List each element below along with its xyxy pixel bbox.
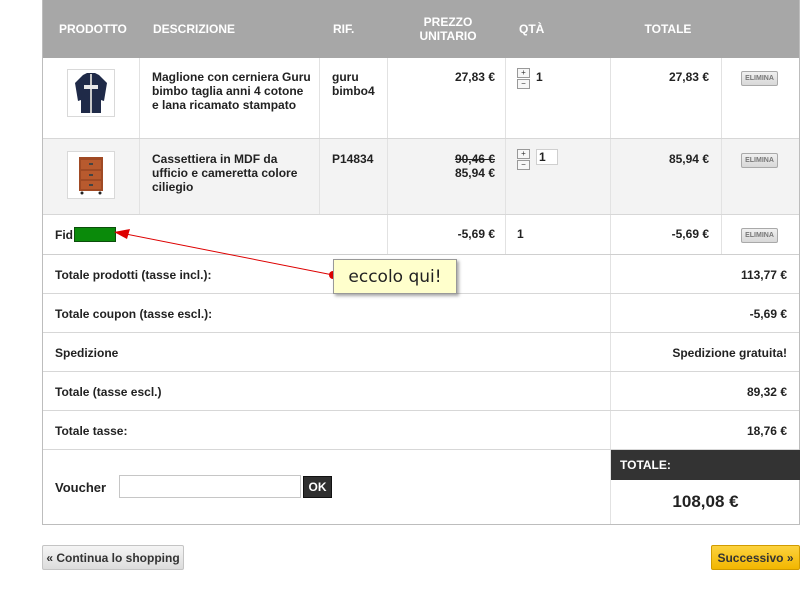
row-total: 27,83 €	[668, 70, 709, 84]
header-prezzo-line2: UNITARIO	[419, 29, 477, 43]
grand-total: TOTALE: 108,08 €	[611, 450, 800, 524]
product-description[interactable]: Cassettiera in MDF da ufficio e camerett…	[152, 152, 312, 194]
summary-total-excl-tax: Totale (tasse escl.) 89,32 €	[43, 372, 799, 411]
grand-total-value: 108,08 €	[672, 492, 739, 511]
qty-increase-button[interactable]: +	[517, 149, 530, 159]
summary-value: 18,76 €	[746, 423, 787, 438]
header-descrizione: DESCRIZIONE	[153, 22, 236, 36]
summary-label: Totale (tasse escl.)	[55, 384, 162, 399]
sweater-icon	[75, 73, 107, 113]
delete-discount-button[interactable]: ELIMINA	[741, 228, 778, 243]
summary-label: Spedizione	[55, 345, 119, 360]
delete-button[interactable]: ELIMINA	[741, 71, 778, 86]
voucher-ok-button[interactable]: OK	[303, 476, 332, 498]
summary-label: Totale coupon (tasse escl.):	[55, 306, 213, 321]
qty-increase-button[interactable]: +	[517, 68, 530, 78]
summary-value: 113,77 €	[740, 267, 787, 282]
summary-value: 89,32 €	[746, 384, 787, 399]
summary-total-taxes: Totale tasse: 18,76 €	[43, 411, 799, 450]
quantity-stepper: + − 1	[517, 68, 543, 89]
quantity-stepper: + − 1	[517, 149, 558, 170]
summary-label: Totale tasse:	[55, 423, 128, 438]
voucher-label: Voucher	[55, 480, 107, 495]
unit-price-value: 85,94 €	[454, 166, 495, 180]
header-prodotto: PRODOTTO	[59, 22, 127, 36]
discount-qty-value: 1	[517, 227, 524, 241]
table-header: PRODOTTO DESCRIZIONE RIF. PREZZO UNITARIO…	[43, 0, 799, 58]
header-rif: RIF.	[333, 22, 355, 36]
unit-price-old: 90,46 €	[454, 152, 495, 166]
header-totale: TOTALE	[644, 22, 692, 36]
product-image-drawer[interactable]	[67, 151, 115, 199]
discount-qty: 1	[517, 227, 524, 241]
discount-label: Fid	[55, 227, 73, 242]
summary-shipping: Spedizione Spedizione gratuita!	[43, 333, 799, 372]
summary-value: Spedizione gratuita!	[672, 345, 787, 360]
qty-decrease-button[interactable]: −	[517, 79, 530, 89]
unit-price: 27,83 €	[389, 70, 495, 84]
discount-total: -5,69 €	[671, 227, 709, 241]
drawer-cabinet-icon	[79, 157, 103, 195]
continue-shopping-button[interactable]: « Continua lo shopping	[42, 545, 184, 570]
table-row: Maglione con cerniera Guru bimbo taglia …	[43, 58, 799, 139]
qty-value[interactable]: 1	[536, 70, 543, 84]
header-qta: QTÀ	[519, 22, 545, 36]
header-prezzo-unitario: PREZZO UNITARIO	[403, 0, 493, 58]
summary-value: -5,69 €	[749, 306, 787, 321]
unit-price: 90,46 € 85,94 €	[389, 152, 495, 180]
product-description[interactable]: Maglione con cerniera Guru bimbo taglia …	[152, 70, 312, 112]
unit-price-value: 27,83 €	[454, 70, 495, 84]
annotation-callout: eccolo qui!	[333, 259, 457, 294]
header-prezzo-line1: PREZZO	[423, 15, 473, 29]
summary-total-coupon: Totale coupon (tasse escl.): -5,69 €	[43, 294, 799, 333]
qty-decrease-button[interactable]: −	[517, 160, 530, 170]
grand-total-label: TOTALE:	[611, 450, 800, 480]
next-step-button[interactable]: Successivo »	[711, 545, 800, 570]
row-total: 85,94 €	[668, 152, 709, 166]
discount-highlight	[74, 227, 116, 242]
summary-label: Totale prodotti (tasse incl.):	[55, 267, 212, 282]
voucher-section: Voucher OK TOTALE: 108,08 €	[43, 450, 800, 524]
qty-input[interactable]: 1	[536, 149, 558, 165]
product-reference: P14834	[332, 152, 374, 166]
delete-button[interactable]: ELIMINA	[741, 153, 778, 168]
table-row: Cassettiera in MDF da ufficio e camerett…	[43, 139, 799, 215]
discount-price: -5,69 €	[457, 227, 495, 241]
discount-name: Fid	[55, 227, 116, 242]
product-reference: guru bimbo4	[332, 70, 375, 98]
product-image-sweater[interactable]	[67, 69, 115, 117]
voucher-input[interactable]	[119, 475, 301, 498]
discount-row: Fid -5,69 € 1 -5,69 € ELIMINA	[43, 215, 799, 255]
